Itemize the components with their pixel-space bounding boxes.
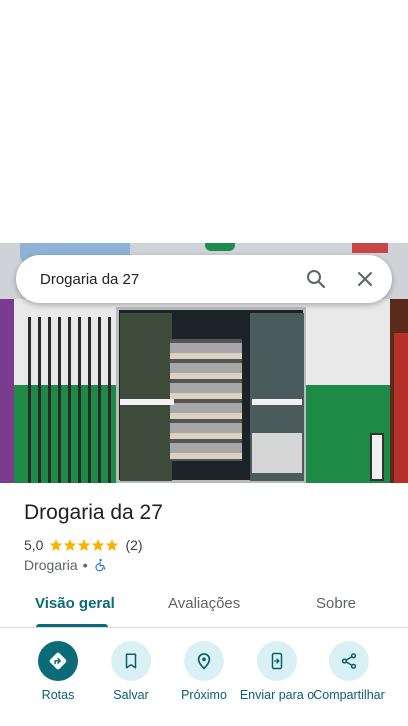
share-button[interactable]: Compartilhar bbox=[311, 641, 387, 702]
send-to-phone-label: Enviar para o bbox=[239, 688, 315, 702]
directions-label: Rotas bbox=[41, 688, 75, 702]
tab-reviews[interactable]: Avaliações bbox=[168, 595, 240, 612]
place-title: Drogaria da 27 bbox=[24, 501, 163, 524]
search-icon[interactable] bbox=[304, 267, 328, 291]
close-icon[interactable] bbox=[353, 267, 377, 291]
nearby-button[interactable]: Próximo bbox=[166, 641, 242, 702]
tab-about[interactable]: Sobre bbox=[316, 595, 356, 612]
star-icon bbox=[106, 539, 119, 551]
send-to-phone-icon bbox=[271, 652, 283, 670]
tab-divider bbox=[0, 627, 408, 628]
star-icon bbox=[50, 539, 63, 551]
search-input[interactable]: Drogaria da 27 bbox=[40, 271, 392, 288]
nearby-icon bbox=[197, 653, 211, 670]
share-label: Compartilhar bbox=[313, 688, 385, 702]
send-to-phone-button[interactable]: Enviar para o bbox=[239, 641, 315, 702]
star-rating bbox=[49, 538, 119, 552]
search-bar[interactable]: Drogaria da 27 bbox=[16, 255, 392, 303]
map-blank-area bbox=[0, 0, 408, 243]
star-icon bbox=[64, 539, 77, 551]
rating-value: 5,0 bbox=[24, 537, 44, 553]
star-icon bbox=[78, 539, 91, 551]
save-button[interactable]: Salvar bbox=[93, 641, 169, 702]
bookmark-icon bbox=[125, 653, 137, 669]
separator: • bbox=[82, 557, 88, 573]
review-count[interactable]: (2) bbox=[125, 537, 142, 553]
share-icon bbox=[341, 653, 357, 669]
tab-overview[interactable]: Visão geral bbox=[35, 595, 115, 612]
place-category: Drogaria bbox=[24, 557, 78, 573]
save-label: Salvar bbox=[113, 688, 149, 702]
category-row: Drogaria • bbox=[24, 556, 107, 574]
directions-button[interactable]: Rotas bbox=[20, 641, 96, 702]
rating-row[interactable]: 5,0 (2) bbox=[24, 536, 143, 554]
directions-icon bbox=[49, 652, 67, 670]
nearby-label: Próximo bbox=[181, 688, 227, 702]
wheelchair-icon bbox=[95, 558, 105, 572]
star-icon bbox=[92, 539, 105, 551]
